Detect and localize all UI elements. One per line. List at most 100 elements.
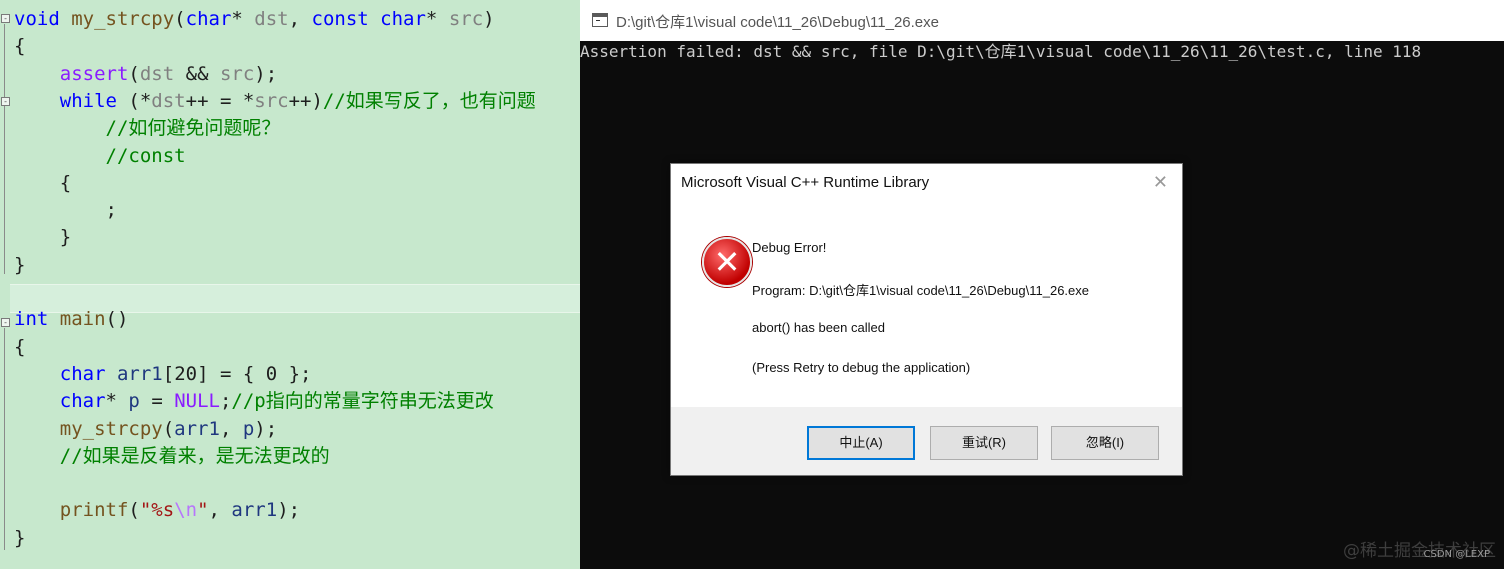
code-token: ; <box>14 199 117 222</box>
code-token: } <box>14 226 72 249</box>
ignore-button[interactable]: 忽略(I) <box>1051 426 1159 460</box>
console-title: D:\git\仓库1\visual code\11_26\Debug\11_26… <box>616 14 939 31</box>
abort-button[interactable]: 中止(A) <box>807 426 915 460</box>
code-line: } <box>14 252 25 279</box>
csdn-watermark: CSDN @LEXP <box>1423 549 1490 560</box>
code-token: //const <box>105 144 186 167</box>
code-token: ( <box>128 62 140 85</box>
code-token: * <box>105 390 129 413</box>
code-token: char <box>59 362 106 385</box>
code-token: main <box>59 308 106 331</box>
editor-gutter: - - - <box>0 0 10 569</box>
code-token: \n <box>174 499 198 522</box>
dialog-abort-message: abort() has been called <box>752 320 885 335</box>
code-token: } <box>14 253 26 276</box>
code-line: } <box>14 525 25 552</box>
code-token: //如果是反着来，是无法更改的 <box>59 444 330 467</box>
code-token: , <box>288 8 312 30</box>
fold-toggle-main[interactable]: - <box>1 318 10 327</box>
code-token: src <box>254 89 289 112</box>
code-token: ( <box>128 499 140 522</box>
code-token: printf <box>59 499 129 522</box>
code-token: //如何避免问题呢？ <box>105 117 281 140</box>
code-token: } <box>14 526 26 549</box>
code-token: { <box>14 335 26 358</box>
code-token: dst <box>139 62 175 85</box>
code-token: { <box>14 171 72 194</box>
debug-error-dialog[interactable]: Microsoft Visual C++ Runtime Library ✕ ✕… <box>670 163 1183 476</box>
console-output: Assertion failed: dst && src, file D:\gi… <box>580 42 1422 61</box>
code-token: ++) <box>288 89 323 112</box>
code-token: src <box>219 62 255 85</box>
code-line: ; <box>14 197 117 224</box>
dialog-title: Microsoft Visual C++ Runtime Library <box>681 174 930 191</box>
code-token: ( <box>162 417 175 440</box>
code-token: "%s <box>139 499 175 522</box>
code-token: ); <box>254 417 278 440</box>
fold-toggle-while[interactable]: - <box>1 97 10 106</box>
code-token: ( <box>174 8 186 30</box>
code-token: while <box>59 89 117 112</box>
code-token: const <box>311 8 369 30</box>
code-line: } <box>14 224 71 251</box>
code-line: { <box>14 170 71 197</box>
code-token: char <box>185 8 232 30</box>
code-editor[interactable]: - - - void my_strcpy(char* dst, const ch… <box>0 0 580 569</box>
console-titlebar[interactable]: D:\git\仓库1\visual code\11_26\Debug\11_26… <box>580 0 1504 41</box>
code-token: [20] = { 0 }; <box>162 362 312 385</box>
code-token: , <box>219 417 243 440</box>
code-token: , <box>208 499 232 522</box>
code-line: //如果是反着来，是无法更改的 <box>14 443 330 470</box>
code-token: my_strcpy <box>59 417 163 440</box>
code-token: * <box>425 8 449 30</box>
code-token: " <box>197 499 209 522</box>
code-line: void my_strcpy(char* dst, const char* sr… <box>14 6 495 33</box>
code-line: { <box>14 33 25 60</box>
retry-button[interactable]: 重试(R) <box>930 426 1038 460</box>
code-line: char arr1[20] = { 0 }; <box>14 361 312 388</box>
code-token: ); <box>277 499 301 522</box>
code-token: char <box>380 8 426 30</box>
fold-toggle-function[interactable]: - <box>1 14 10 23</box>
close-icon[interactable]: ✕ <box>1153 172 1168 193</box>
code-line: { <box>14 334 25 361</box>
code-token: //如果写反了，也有问题 <box>322 89 536 112</box>
code-line: my_strcpy(arr1, p); <box>14 416 277 443</box>
code-token: ++ = * <box>185 89 255 112</box>
code-token: ); <box>254 62 278 85</box>
code-token: //p指向的常量字符串无法更改 <box>231 390 494 413</box>
code-token: () <box>105 308 129 331</box>
fold-guide <box>4 24 5 274</box>
code-token: arr1 <box>231 499 278 522</box>
code-token: ; <box>219 390 232 413</box>
code-line: printf("%s\n", arr1); <box>14 497 300 524</box>
code-line: while (*dst++ = *src++)//如果写反了，也有问题 <box>14 88 536 115</box>
console-app-icon <box>592 13 608 27</box>
code-token: int <box>14 308 49 331</box>
code-token: my_strcpy <box>71 8 175 30</box>
code-token: assert <box>59 62 129 85</box>
code-token: && <box>174 62 220 85</box>
error-icon: ✕ <box>702 237 752 287</box>
code-line: //如何避免问题呢？ <box>14 115 281 142</box>
dialog-button-bar: 中止(A) 重试(R) 忽略(I) <box>671 407 1182 475</box>
code-token: { <box>14 35 26 58</box>
code-line: char* p = NULL;//p指向的常量字符串无法更改 <box>14 388 494 415</box>
code-token: (* <box>116 89 152 112</box>
code-token: ) <box>483 8 495 30</box>
code-token: char <box>59 390 106 413</box>
code-token: NULL <box>174 390 220 413</box>
dialog-hint: (Press Retry to debug the application) <box>752 360 971 375</box>
